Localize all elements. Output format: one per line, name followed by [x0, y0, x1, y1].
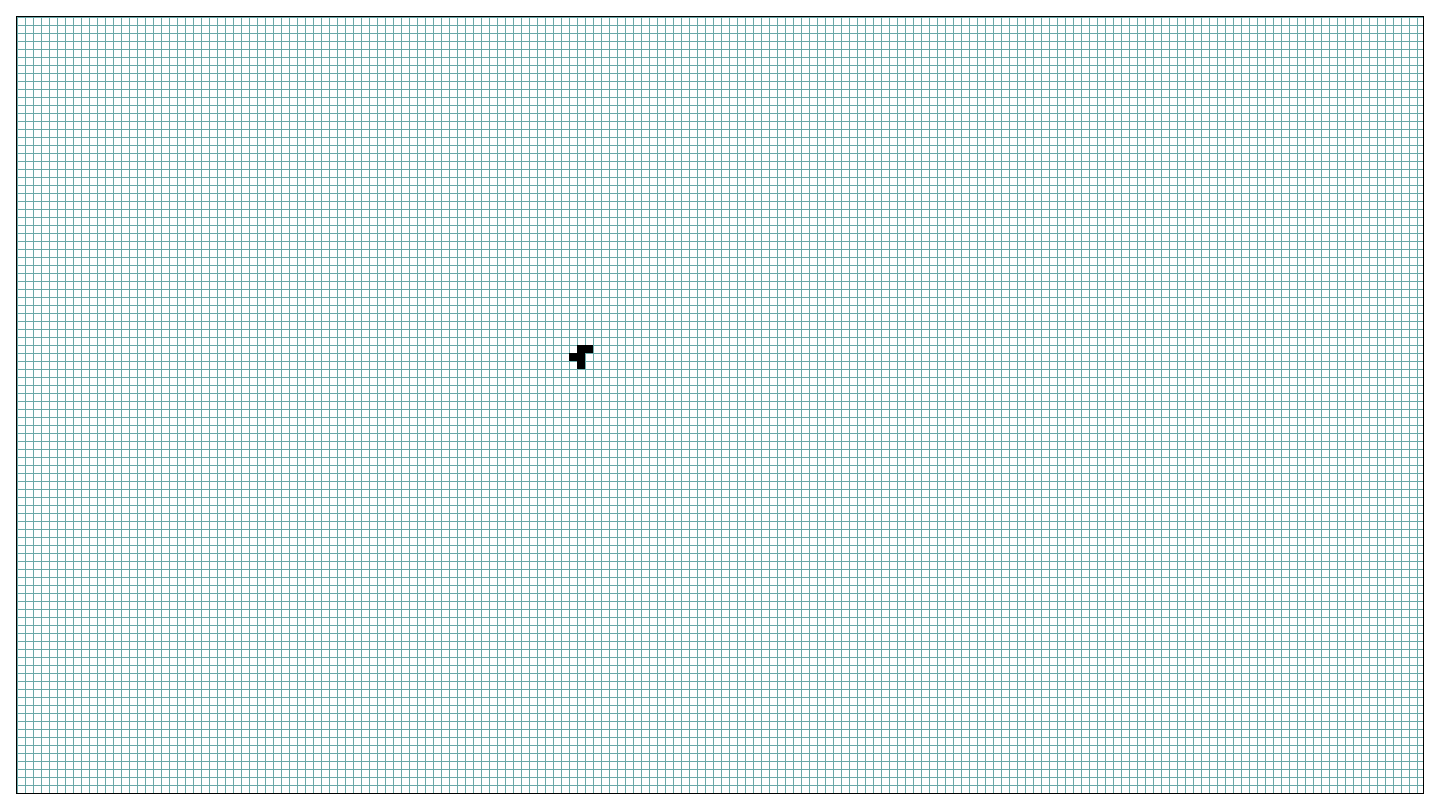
alive-cell[interactable]	[577, 361, 585, 369]
alive-cell[interactable]	[577, 353, 585, 361]
alive-cell[interactable]	[577, 345, 585, 353]
alive-cell[interactable]	[585, 345, 593, 353]
game-board-grid[interactable]	[16, 16, 1424, 794]
alive-cell[interactable]	[569, 353, 577, 361]
